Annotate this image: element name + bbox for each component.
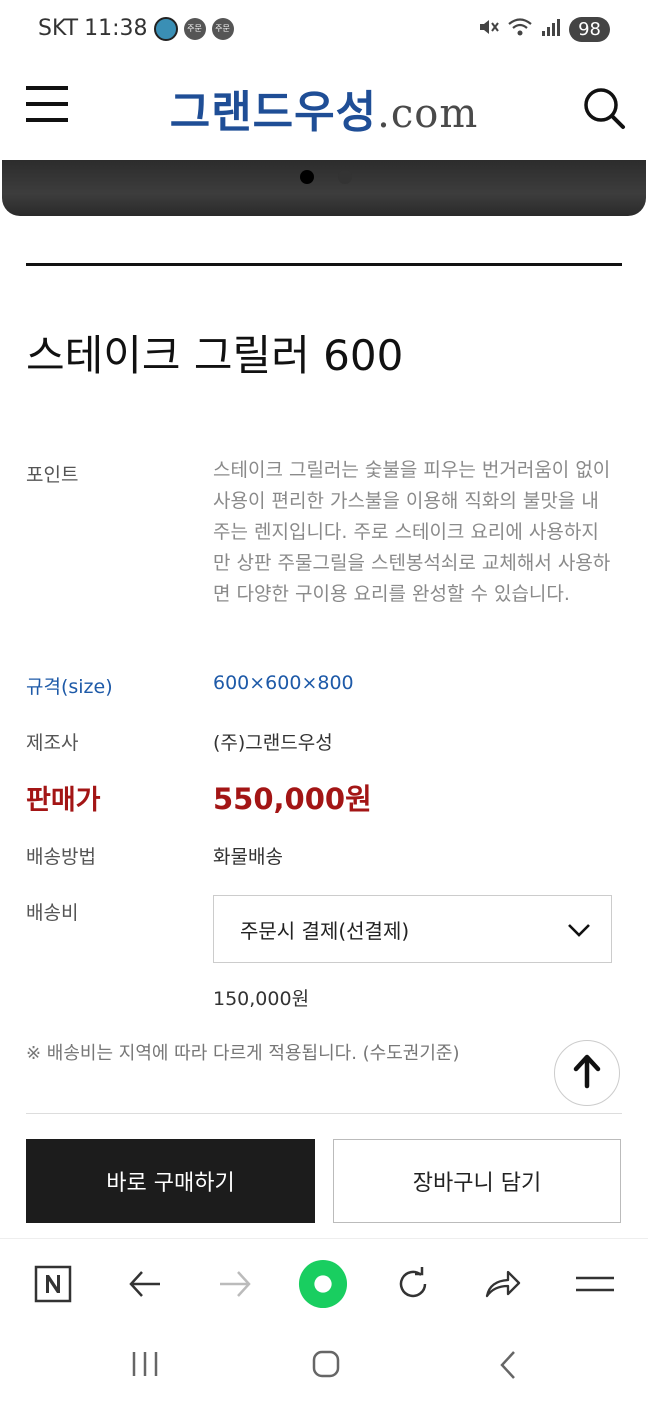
arrow-up-icon — [572, 1053, 602, 1093]
price-value: 550,000원 — [213, 782, 372, 816]
size-label: 규격(size) — [26, 676, 113, 698]
carousel-dot[interactable] — [338, 170, 352, 184]
carousel-dot-active[interactable] — [300, 170, 314, 184]
shipping-fee-label: 배송비 — [26, 902, 79, 924]
refresh-icon[interactable] — [388, 1259, 438, 1309]
order-notification-badge: 주문 — [183, 17, 206, 40]
status-bar: SKT 11:38 주문 주문 98 — [0, 0, 648, 60]
app-notification-icon — [153, 16, 178, 41]
green-dot-icon[interactable] — [298, 1259, 348, 1309]
site-logo[interactable]: 그랜드우성.com — [0, 76, 648, 140]
system-nav-bar — [0, 1330, 648, 1404]
forward-arrow-icon[interactable] — [210, 1259, 260, 1309]
buy-now-button[interactable]: 바로 구매하기 — [26, 1139, 315, 1223]
carrier: SKT — [38, 16, 79, 41]
section-divider — [26, 263, 622, 266]
menu-lines-icon[interactable] — [570, 1259, 620, 1309]
maker-label: 제조사 — [26, 732, 79, 754]
mute-icon — [477, 16, 499, 43]
home-icon[interactable] — [312, 1350, 340, 1382]
section-divider — [26, 1113, 622, 1114]
shipping-method-value: 화물배송 — [213, 846, 283, 868]
add-to-cart-button[interactable]: 장바구니 담기 — [333, 1139, 621, 1223]
product-image-carousel[interactable] — [2, 160, 646, 216]
chevron-down-icon — [567, 918, 591, 947]
back-icon[interactable] — [498, 1350, 518, 1384]
point-label: 포인트 — [26, 464, 79, 486]
order-notification-badge: 주문 — [211, 17, 234, 40]
search-icon[interactable] — [582, 86, 626, 130]
price-label: 판매가 — [26, 785, 101, 816]
clock: 11:38 — [84, 16, 148, 41]
product-title: 스테이크 그릴러 600 — [26, 331, 404, 380]
signal-icon — [541, 17, 561, 42]
shipping-fee-select-value: 주문시 결제(선결제) — [240, 918, 410, 943]
back-arrow-icon[interactable] — [120, 1259, 170, 1309]
browser-toolbar — [0, 1238, 648, 1328]
shipping-method-label: 배송방법 — [26, 846, 96, 868]
naver-n-icon[interactable] — [28, 1259, 78, 1309]
shipping-fee-value: 150,000원 — [213, 988, 310, 1010]
logo-main: 그랜드우성 — [169, 87, 378, 138]
logo-suffix: .com — [377, 91, 479, 137]
battery-level: 98 — [569, 17, 610, 42]
wifi-icon — [507, 16, 533, 43]
status-left: SKT 11:38 주문 주문 — [38, 16, 234, 41]
site-header: 그랜드우성.com — [0, 62, 648, 152]
share-icon[interactable] — [478, 1259, 528, 1309]
shipping-note: ※ 배송비는 지역에 따라 다르게 적용됩니다. (수도권기준) — [26, 1043, 460, 1064]
maker-value: (주)그랜드우성 — [213, 732, 333, 754]
status-right: 98 — [477, 16, 610, 43]
shipping-fee-select[interactable]: 주문시 결제(선결제) — [213, 895, 612, 963]
scroll-top-button[interactable] — [554, 1040, 620, 1106]
size-value: 600×600×800 — [213, 672, 354, 694]
recent-apps-icon[interactable] — [130, 1350, 160, 1382]
point-description: 스테이크 그릴러는 숯불을 피우는 번거러움이 없이 사용이 편리한 가스불을 … — [213, 459, 611, 605]
